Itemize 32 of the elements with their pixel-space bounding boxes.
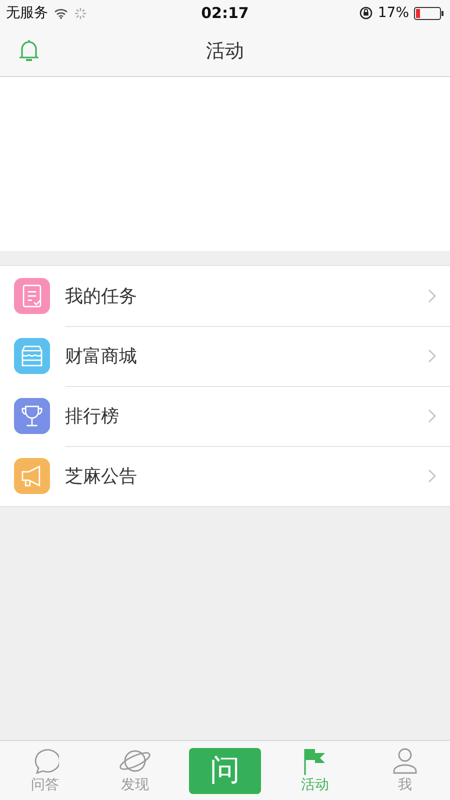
- tab-label: 活动: [301, 776, 329, 794]
- tab-item[interactable]: 活动: [270, 741, 360, 800]
- menu-label: 我的任务: [65, 285, 138, 308]
- person-icon: [392, 747, 418, 775]
- chevron-icon: [428, 349, 436, 363]
- menu-item[interactable]: 排行榜: [0, 386, 450, 446]
- chevron-icon: [428, 409, 436, 423]
- flag-icon: [302, 747, 328, 775]
- tab-label: 发现: [121, 776, 149, 794]
- menu-item[interactable]: 我的任务: [0, 266, 450, 326]
- loading-icon: [74, 6, 87, 20]
- carrier-text: 无服务: [6, 4, 48, 22]
- battery-percent: 17%: [378, 5, 409, 21]
- chevron-icon: [428, 469, 436, 483]
- menu-item[interactable]: 芝麻公告: [0, 446, 450, 506]
- tab-item[interactable]: 我: [360, 741, 450, 800]
- clock-time: 02:17: [201, 4, 249, 22]
- ask-button[interactable]: 问: [189, 748, 261, 794]
- menu-label: 芝麻公告: [65, 465, 138, 488]
- tab-label: 我: [398, 776, 412, 794]
- menu-item[interactable]: 财富商城: [0, 326, 450, 386]
- menu-label: 财富商城: [65, 345, 138, 368]
- tab-item[interactable]: 问答: [0, 741, 90, 800]
- rotation-lock-icon: [358, 6, 373, 20]
- screen-title: 活动: [206, 39, 244, 64]
- battery-icon: [414, 6, 444, 20]
- tab-label: 问答: [31, 776, 59, 794]
- chevron-icon: [428, 289, 436, 303]
- bell-icon[interactable]: [18, 39, 40, 63]
- menu-label: 排行榜: [65, 405, 120, 428]
- wifi-icon: [54, 8, 68, 18]
- tab-item[interactable]: 发现: [90, 741, 180, 800]
